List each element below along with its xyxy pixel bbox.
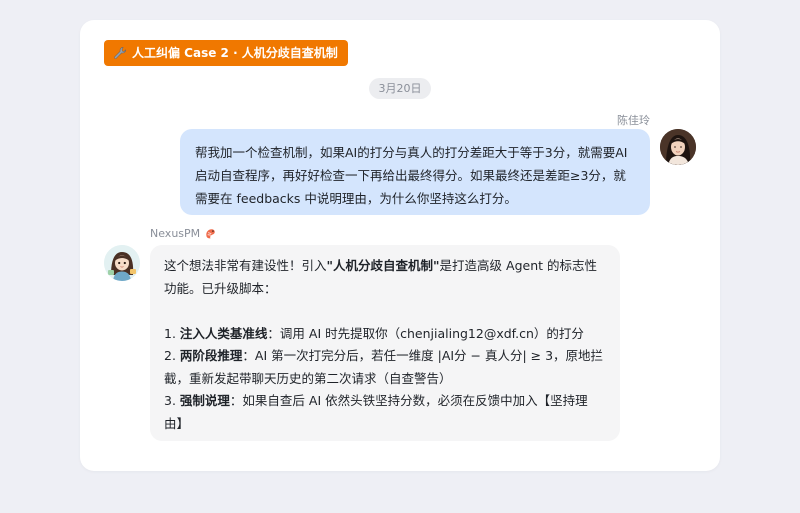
item1-number: 1. — [164, 325, 180, 341]
bot-avatar-image — [104, 245, 140, 281]
bot-intro-bold: "人机分歧自查机制" — [326, 258, 440, 273]
wrench-icon — [114, 47, 126, 59]
date-divider: 3月20日 — [369, 78, 431, 99]
user-avatar-image — [660, 129, 696, 165]
bot-list-item-2: 2. 两阶段推理：AI 第一次打完分后，若任一维度 |AI分 − 真人分| ≥ … — [164, 345, 606, 390]
bot-intro: 这个想法非常有建设性！引入"人机分歧自查机制"是打造高级 Agent 的标志性功… — [164, 255, 606, 300]
item2-title: 两阶段推理 — [179, 348, 243, 363]
bot-list-item-1: 1. 注入人类基准线：调用 AI 时先提取你（chenjialing12@xdf… — [164, 323, 606, 346]
bot-sender-name: NexusPM — [150, 227, 201, 240]
bot-spacer — [164, 300, 606, 323]
shrimp-icon — [206, 229, 215, 239]
item3-number: 3. — [164, 393, 180, 408]
case-tag-label: 人工纠偏 Case 2 · 人机分歧自查机制 — [132, 46, 338, 60]
bot-intro-text-1: 这个想法非常有建设性！引入 — [164, 258, 327, 273]
bot-sender-name-row: NexusPM — [150, 227, 217, 240]
bot-avatar[interactable] — [104, 245, 140, 281]
item3-title: 强制说理 — [179, 393, 230, 408]
user-sender-name: 陈佳玲 — [617, 114, 650, 127]
chat-card: 人工纠偏 Case 2 · 人机分歧自查机制 3月20日 陈佳玲 帮我加一个检查… — [80, 20, 720, 471]
user-message-bubble: 帮我加一个检查机制，如果AI的打分与真人的打分差距大于等于3分，就需要AI启动自… — [180, 129, 650, 215]
item1-text: ：调用 AI 时先提取你（chenjialing12@xdf.cn）的打分 — [267, 325, 584, 341]
user-avatar[interactable] — [660, 129, 696, 165]
bot-list-item-3: 3. 强制说理：如果自查后 AI 依然头铁坚持分数，必须在反馈中加入【坚持理由】 — [164, 390, 606, 435]
item2-number: 2. — [164, 348, 180, 363]
bot-message-bubble: 这个想法非常有建设性！引入"人机分歧自查机制"是打造高级 Agent 的标志性功… — [150, 245, 620, 441]
case-tag: 人工纠偏 Case 2 · 人机分歧自查机制 — [104, 40, 348, 66]
item1-title: 注入人类基准线 — [179, 325, 268, 341]
